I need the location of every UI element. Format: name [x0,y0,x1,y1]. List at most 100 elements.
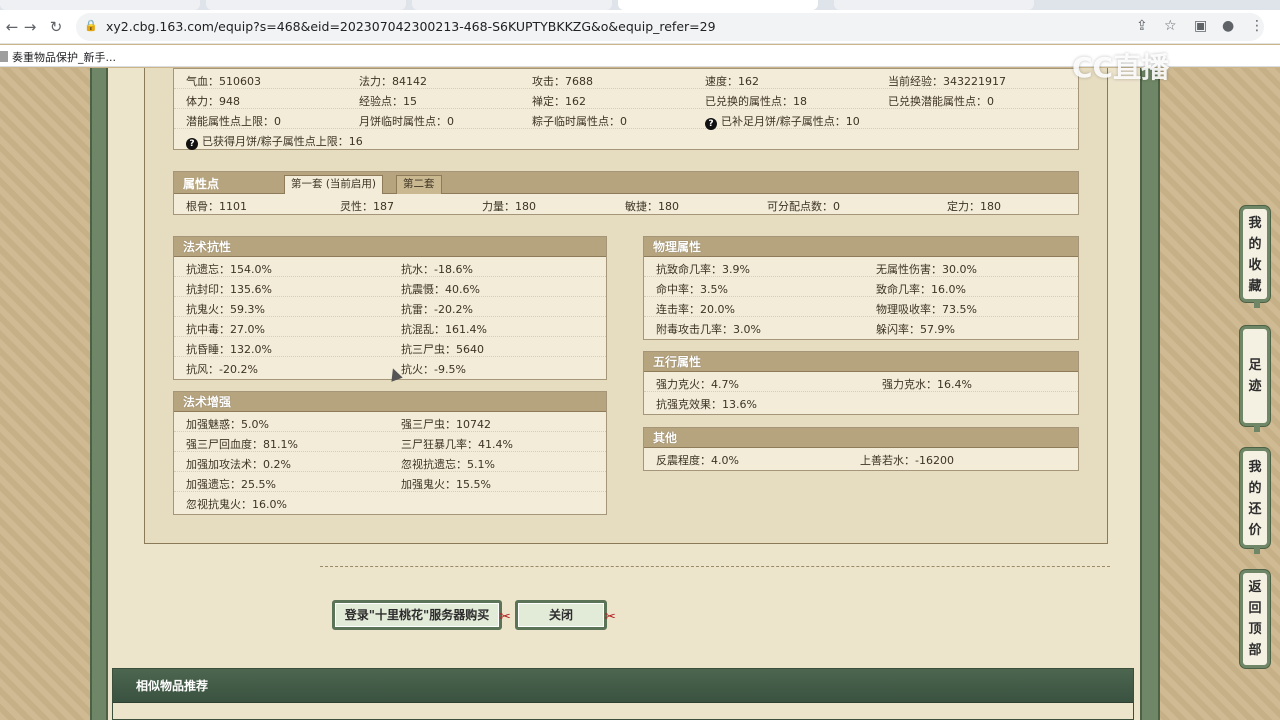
login-buy-button[interactable]: 登录"十里桃花"服务器购买 ✂ [332,600,511,630]
resist-chaos: 抗混乱：161.4% [401,323,487,336]
stat-exp-points: 经验点：15 [359,95,417,108]
close-mark-icon: ✂ [499,609,511,625]
resist-forget: 抗遗忘：154.0% [186,263,272,276]
stat-mooncake-temp: 月饼临时属性点：0 [359,115,454,128]
back-to-top-button[interactable]: 返回顶部 [1240,570,1270,668]
address-bar[interactable]: 🔒 xy2.cbg.163.com/equip?s=468&eid=202307… [76,13,1264,41]
enhance-attack-spell: 加强加攻法术：0.2% [186,458,291,471]
stat-zongzi-temp: 粽子临时属性点：0 [532,115,627,128]
table-row: 抗强克效果：13.6% [644,392,1078,412]
enhance-charm: 加强魅惑：5.0% [186,418,269,431]
table-row: 忽视抗鬼火：16.0% [174,492,606,512]
tab-set-two[interactable]: 第二套 [396,175,442,194]
page-body: 气血：510603 法力：84142 攻击：7688 速度：162 当前经验：3… [0,68,1280,720]
browser-tab[interactable] [206,0,406,10]
resist-shock: 抗震慑：40.6% [401,283,480,296]
enhance-forget: 加强遗忘：25.5% [186,478,276,491]
nav-connector [1254,546,1260,554]
tab-strip [0,0,1280,10]
divider [320,566,1110,567]
bookmark-label: 奏重物品保护_新手... [12,51,116,64]
my-bargain-button[interactable]: 我的还价 [1240,448,1270,554]
browser-toolbar: ← → ↻ 🔒 xy2.cbg.163.com/equip?s=468&eid=… [0,10,1280,44]
section-title: 法术增强 [174,392,606,412]
similar-items-title: 相似物品推荐 [113,669,1133,703]
footprint-button[interactable]: 足迹 [1240,326,1270,432]
sidepanel-icon[interactable]: ▣ [1194,18,1207,34]
resist-ghostfire: 抗鬼火：59.3% [186,303,265,316]
section-title: 物理属性 [644,237,1078,257]
browser-tab-active[interactable] [618,0,818,10]
basic-row: 体力：948 经验点：15 禅定：162 已兑换的属性点：18 已兑换潜能属性点… [174,89,1078,109]
stat-mp: 法力：84142 [359,75,427,88]
attr-agility: 敏捷：180 [625,200,679,213]
resist-seal: 抗封印：135.6% [186,283,272,296]
stat-speed: 速度：162 [705,75,759,88]
physical-section: 物理属性 抗致命几率：3.9% 无属性伤害：30.0% 命中率：3.5% 致命几率：… [643,236,1079,340]
browser-tab[interactable] [0,0,200,10]
table-row: 抗中毒：27.0% 抗混乱：161.4% [174,317,606,337]
lock-icon[interactable]: 🔒 [84,19,98,32]
section-title: 属性点 [183,177,220,191]
resist-corpse-worm: 抗三尸虫：5640 [401,343,484,356]
bookmark-star-icon[interactable]: ☆ [1164,18,1177,34]
stat-zen: 禅定：162 [532,95,586,108]
resist-wind: 抗风：-20.2% [186,363,258,376]
close-button[interactable]: 关闭 ✂ [515,600,616,630]
phys-poison-attack: 附毒攻击几率：3.0% [656,323,761,336]
attr-spirit: 灵性：187 [340,200,394,213]
ignore-resist-forget: 忽视抗遗忘：5.1% [401,458,495,471]
element-water: 强力克水：16.4% [882,378,972,391]
nav-connector [1254,424,1260,432]
back-icon[interactable]: ← [2,17,22,37]
attribute-header: 属性点 第一套 (当前启用) 第二套 [174,172,1078,194]
phys-dodge: 躲闪率：57.9% [876,323,955,336]
phys-hit: 命中率：3.5% [656,283,728,296]
table-row: 加强遗忘：25.5% 加强鬼火：15.5% [174,472,606,492]
table-row: 加强魅惑：5.0% 强三尸虫：10742 [174,412,606,432]
reload-icon[interactable]: ↻ [46,17,66,37]
table-row: 反震程度：4.0% 上善若水：-16200 [644,448,1078,468]
similar-items-panel: 相似物品推荐 [112,668,1134,720]
table-row: 强三尸回血度：81.1% 三尸狂暴几率：41.4% [174,432,606,452]
enhance-corpse-worm: 强三尸虫：10742 [401,418,491,431]
forward-icon[interactable]: → [20,17,40,37]
five-elements-section: 五行属性 强力克火：4.7% 强力克水：16.4% 抗强克效果：13.6% [643,351,1079,415]
browser-tab[interactable] [412,0,612,10]
phys-crit: 致命几率：16.0% [876,283,966,296]
enhance-ghostfire: 加强鬼火：15.5% [401,478,491,491]
section-title: 其他 [644,428,1078,448]
attr-strength: 力量：180 [482,200,536,213]
share-icon[interactable]: ⇪ [1136,18,1148,34]
menu-icon[interactable]: ⋮ [1250,18,1264,34]
table-row: 抗遗忘：154.0% 抗水：-18.6% [174,257,606,277]
attr-concentration: 定力：180 [947,200,1001,213]
stat-obtained-cap: ? 已获得月饼/粽子属性点上限：16 [186,133,363,150]
browser-tab[interactable] [834,0,1034,10]
stat-attack: 攻击：7688 [532,75,593,88]
phys-absorb: 物理吸收率：73.5% [876,303,977,316]
table-row: 命中率：3.5% 致命几率：16.0% [644,277,1078,297]
my-favorites-button[interactable]: 我的收藏 [1240,206,1270,308]
element-fire: 强力克火：4.7% [656,378,739,391]
section-title: 法术抗性 [174,237,606,257]
element-resist-effect: 抗强克效果：13.6% [656,398,757,411]
stat-exchanged-potential: 已兑换潜能属性点：0 [888,95,994,108]
resist-thunder: 抗雷：-20.2% [401,303,473,316]
table-row: 强力克火：4.7% 强力克水：16.4% [644,372,1078,392]
login-buy-label: 登录"十里桃花"服务器购买 [344,608,490,622]
frame-border-left [90,68,108,720]
url-text[interactable]: xy2.cbg.163.com/equip?s=468&eid=20230704… [106,19,716,34]
attr-root: 根骨：1101 [186,200,247,213]
basic-stats-section: 气血：510603 法力：84142 攻击：7688 速度：162 当前经验：3… [173,68,1079,150]
table-row: 抗鬼火：59.3% 抗雷：-20.2% [174,297,606,317]
stat-stamina: 体力：948 [186,95,240,108]
help-icon[interactable]: ? [186,138,198,150]
stat-current-exp: 当前经验：343221917 [888,75,1006,88]
profile-icon[interactable]: ● [1222,18,1234,34]
bookmark-item[interactable]: 奏重物品保护_新手... [0,49,116,65]
other-water-virtue: 上善若水：-16200 [860,454,954,467]
attr-unallocated: 可分配点数：0 [767,200,840,213]
magic-enhance-section: 法术增强 加强魅惑：5.0% 强三尸虫：10742 强三尸回血度：81.1% 三尸狂… [173,391,607,515]
tab-set-one[interactable]: 第一套 (当前启用) [284,175,384,194]
